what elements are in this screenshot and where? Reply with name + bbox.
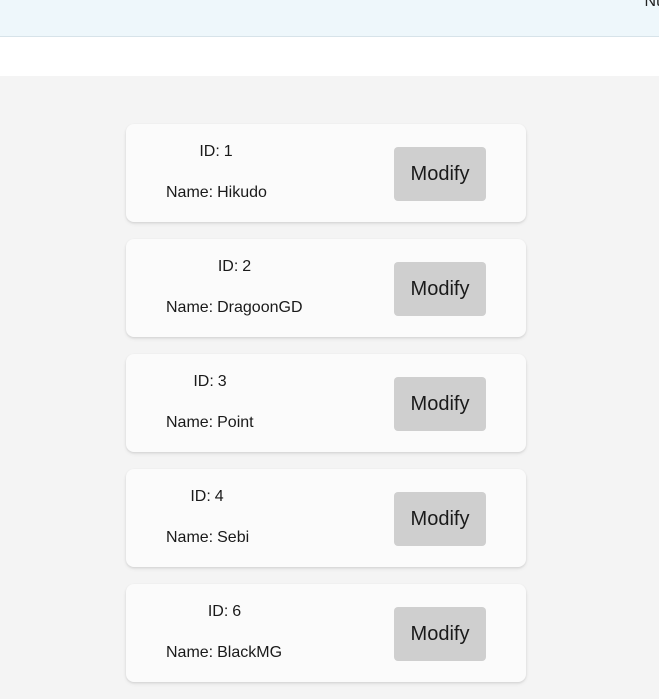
user-card: ID: 2 Name: DragoonGD Modify (126, 239, 526, 337)
user-info: ID: 3 Name: Point (166, 372, 346, 433)
user-card: ID: 1 Name: Hikudo Modify (126, 124, 526, 222)
modify-button[interactable]: Modify (394, 262, 486, 316)
modify-button[interactable]: Modify (394, 377, 486, 431)
user-name: Name: Point (166, 414, 254, 431)
modify-button[interactable]: Modify (394, 492, 486, 546)
user-card: ID: 4 Name: Sebi Modify (126, 469, 526, 567)
user-name: Name: Sebi (166, 529, 250, 546)
user-id: ID: 3 (193, 373, 227, 390)
top-nav-bar: Nu (0, 0, 659, 37)
user-info: ID: 2 Name: DragoonGD (166, 257, 346, 318)
user-card: ID: 3 Name: Point Modify (126, 354, 526, 452)
user-id: ID: 2 (217, 258, 252, 275)
user-name: Name: DragoonGD (166, 299, 303, 316)
user-id: ID: 6 (207, 603, 242, 620)
header-spacer (0, 37, 659, 76)
user-card: ID: 6 Name: BlackMG Modify (126, 584, 526, 682)
user-info: ID: 6 Name: BlackMG (166, 602, 346, 663)
user-info: ID: 1 Name: Hikudo (166, 142, 346, 203)
user-id: ID: 4 (190, 488, 224, 505)
user-list: ID: 1 Name: Hikudo Modify ID: 2 Name: Dragoo… (126, 124, 526, 699)
modify-button[interactable]: Modify (394, 147, 486, 201)
user-id: ID: 1 (199, 143, 233, 160)
modify-button[interactable]: Modify (394, 607, 486, 661)
user-name: Name: Hikudo (166, 184, 267, 201)
nav-link-partial[interactable]: Nu (645, 0, 659, 11)
user-name: Name: BlackMG (166, 644, 283, 661)
user-info: ID: 4 Name: Sebi (166, 487, 346, 548)
